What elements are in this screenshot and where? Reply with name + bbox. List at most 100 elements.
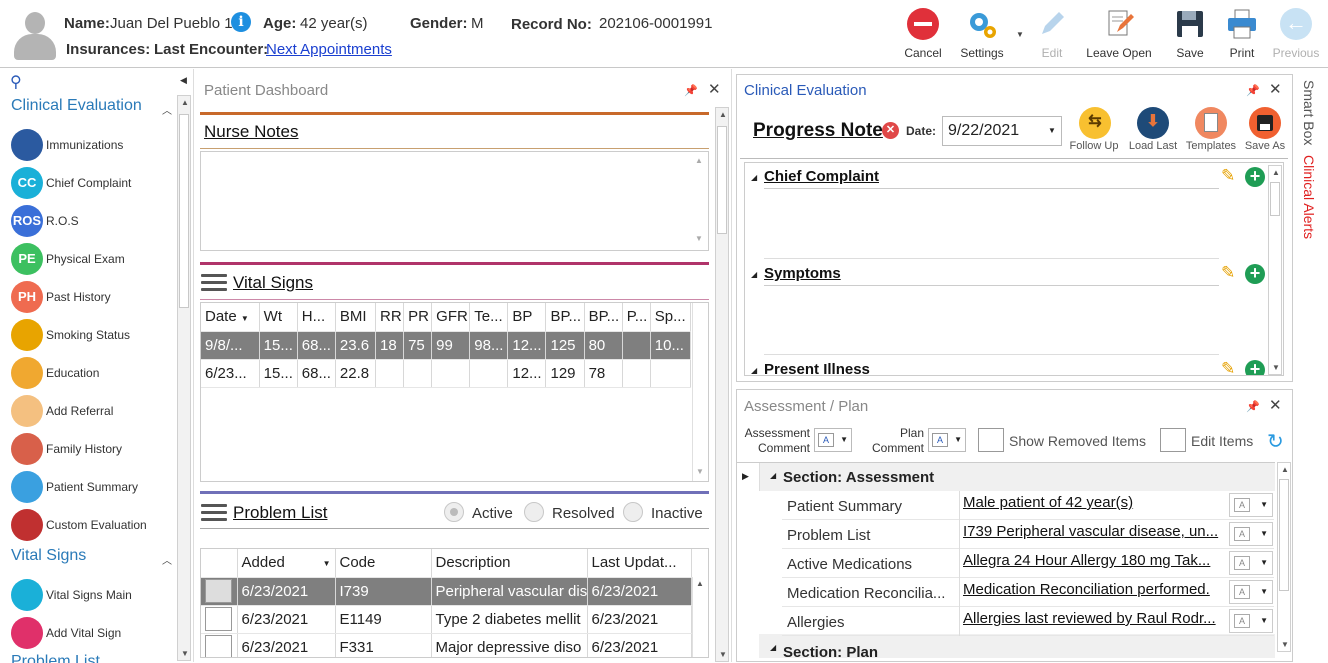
nurse-notes-heading[interactable]: Nurse Notes (204, 122, 298, 142)
pin-icon[interactable]: 📌 (684, 84, 698, 97)
vital-signs-heading[interactable]: Vital Signs (233, 273, 313, 293)
radio-active[interactable] (444, 502, 464, 522)
vital-signs-menu-icon[interactable] (201, 274, 227, 292)
scroll-down-icon[interactable]: ▼ (1269, 363, 1283, 372)
date-picker[interactable]: 9/22/2021 ▼ (942, 116, 1062, 146)
section-assessment-label[interactable]: Section: Assessment (783, 469, 934, 486)
nav-item[interactable]: Family History (11, 433, 176, 465)
scroll-down-icon[interactable]: ▼ (693, 467, 707, 476)
table-row[interactable]: 6/23/2021 I739 Peripheral vascular dis 6/23… (201, 577, 692, 606)
collapse-arrow-icon[interactable]: ◢ (751, 173, 757, 182)
column-header[interactable]: BP... (545, 303, 585, 332)
add-icon[interactable]: + (1245, 167, 1265, 187)
nav-section-vital-signs[interactable]: Vital Signs (11, 547, 86, 565)
close-icon[interactable]: ✕ (1269, 80, 1282, 98)
column-header[interactable]: Description (431, 549, 588, 578)
nav-item[interactable]: Custom Evaluation (11, 509, 176, 541)
assessment-row[interactable]: Medication Reconcilia... Medication Recon… (782, 578, 1274, 607)
nav-item[interactable]: Education (11, 357, 176, 389)
nurse-notes-textarea[interactable]: ▲ ▼ (200, 151, 709, 251)
scroll-down-icon[interactable]: ▼ (178, 649, 192, 658)
tab-clinical-alerts[interactable]: Clinical Alerts (1301, 155, 1317, 239)
table-row[interactable]: 6/23/2021 E1149 Type 2 diabetes mellit 6/23… (201, 605, 692, 634)
pencil-icon[interactable]: ✎ (1221, 263, 1235, 283)
row-comment-dropdown[interactable]: A ▼ (1229, 609, 1273, 633)
info-icon[interactable]: i (231, 12, 251, 32)
assessment-row-value[interactable]: Male patient of 42 year(s) (963, 494, 1229, 511)
assessment-row-value[interactable]: Allegra 24 Hour Allergy 180 mg Tak... (963, 552, 1229, 569)
plan-comment-dropdown[interactable]: A ▼ (928, 428, 966, 452)
show-removed-checkbox[interactable] (978, 428, 1004, 452)
close-icon[interactable]: ✕ (1269, 396, 1282, 414)
column-header[interactable]: Code (335, 549, 432, 578)
nav-item[interactable]: Add Referral (11, 395, 176, 427)
nav-item[interactable]: PE Physical Exam (11, 243, 176, 275)
collapse-arrow-icon[interactable]: ◢ (770, 471, 776, 480)
cancel-button[interactable]: Cancel (900, 6, 946, 64)
scroll-up-icon[interactable]: ▲ (693, 579, 707, 588)
dashboard-scroll-thumb[interactable] (717, 126, 727, 234)
previous-button[interactable]: ← Previous (1270, 6, 1322, 64)
search-icon[interactable]: ⚲ (10, 72, 22, 92)
row-comment-dropdown[interactable]: A ▼ (1229, 580, 1273, 604)
column-header[interactable]: RR (375, 303, 405, 332)
problem-list-menu-icon[interactable] (201, 504, 227, 522)
assessment-row-value[interactable]: Allergies last reviewed by Raul Rodr... (963, 610, 1229, 627)
table-row[interactable]: 6/23/2021 F331 Major depressive diso 6/23/2… (201, 633, 692, 657)
follow-up-label[interactable]: Follow Up (1068, 140, 1120, 152)
scroll-up-icon[interactable]: ▲ (1269, 168, 1283, 177)
row-checkbox[interactable] (205, 607, 232, 631)
add-icon[interactable]: + (1245, 264, 1265, 284)
pencil-icon[interactable]: ✎ (1221, 359, 1235, 375)
nav-section-clinical-evaluation[interactable]: Clinical Evaluation (11, 97, 142, 115)
column-header[interactable]: H... (297, 303, 336, 332)
collapse-arrow-icon[interactable]: ◢ (751, 366, 757, 375)
column-header[interactable]: GFR (431, 303, 471, 332)
column-header[interactable]: BMI (335, 303, 377, 332)
row-comment-dropdown[interactable]: A ▼ (1229, 551, 1273, 575)
expand-arrow-icon[interactable]: ▶ (742, 471, 749, 482)
radio-inactive[interactable] (623, 502, 643, 522)
problem-list-scrollbar[interactable]: ▲ (692, 577, 708, 657)
refresh-icon[interactable]: ↻ (1267, 429, 1284, 454)
edit-button[interactable]: Edit (1032, 6, 1072, 64)
next-appointments-link[interactable]: Next Appointments (266, 41, 392, 58)
tab-smart-box[interactable]: Smart Box (1301, 80, 1317, 145)
column-header[interactable]: Added ▼ (237, 549, 336, 578)
column-header[interactable]: Sp... (650, 303, 692, 332)
nav-item[interactable]: CC Chief Complaint (11, 167, 176, 199)
collapse-arrow-icon[interactable]: ◢ (770, 643, 776, 652)
nav-item[interactable]: Add Vital Sign (11, 617, 176, 649)
add-icon[interactable]: + (1245, 360, 1265, 375)
save-as-icon[interactable] (1249, 107, 1281, 139)
chevron-up-icon[interactable]: ︿ (162, 552, 172, 567)
column-header[interactable]: Wt (259, 303, 298, 332)
column-header[interactable]: BP (507, 303, 547, 332)
assessment-comment-dropdown[interactable]: A ▼ (814, 428, 852, 452)
column-header[interactable] (201, 549, 238, 578)
column-header[interactable]: Date ▼ (201, 303, 260, 332)
edit-items-checkbox[interactable] (1160, 428, 1186, 452)
close-icon[interactable]: ✕ (708, 80, 721, 98)
scroll-down-icon[interactable]: ▼ (1278, 640, 1292, 649)
templates-icon[interactable] (1195, 107, 1227, 139)
settings-dropdown-icon[interactable]: ▼ (1016, 30, 1024, 39)
scroll-down-icon[interactable]: ▼ (716, 650, 730, 659)
nav-scrollbar[interactable]: ▲ ▼ (177, 95, 191, 661)
assessment-scroll-thumb[interactable] (1279, 479, 1289, 591)
section-present-illness[interactable]: Present Illness (764, 361, 870, 375)
assessment-row[interactable]: Patient Summary Male patient of 42 year(s… (782, 491, 1274, 520)
row-checkbox[interactable] (205, 579, 232, 603)
column-header[interactable]: Te... (469, 303, 509, 332)
nav-item[interactable]: Vital Signs Main (11, 579, 176, 611)
collapse-nav-icon[interactable]: ◀ (180, 75, 187, 86)
follow-up-icon[interactable]: ⇆ (1079, 107, 1111, 139)
problem-list-heading[interactable]: Problem List (233, 503, 327, 523)
nav-scroll-thumb[interactable] (179, 114, 189, 308)
assessment-scrollbar[interactable]: ▲ ▼ (1277, 462, 1291, 652)
table-row[interactable]: 6/23... 15... 68... 22.8 12... 129 78 (201, 359, 692, 388)
nav-item[interactable]: ROS R.O.S (11, 205, 176, 237)
scroll-up-icon[interactable]: ▲ (1278, 465, 1292, 474)
table-row[interactable]: 9/8/... 15... 68... 23.6 18 75 99 98... 12... 125… (201, 331, 692, 360)
section-chief-complaint[interactable]: Chief Complaint (764, 168, 879, 185)
